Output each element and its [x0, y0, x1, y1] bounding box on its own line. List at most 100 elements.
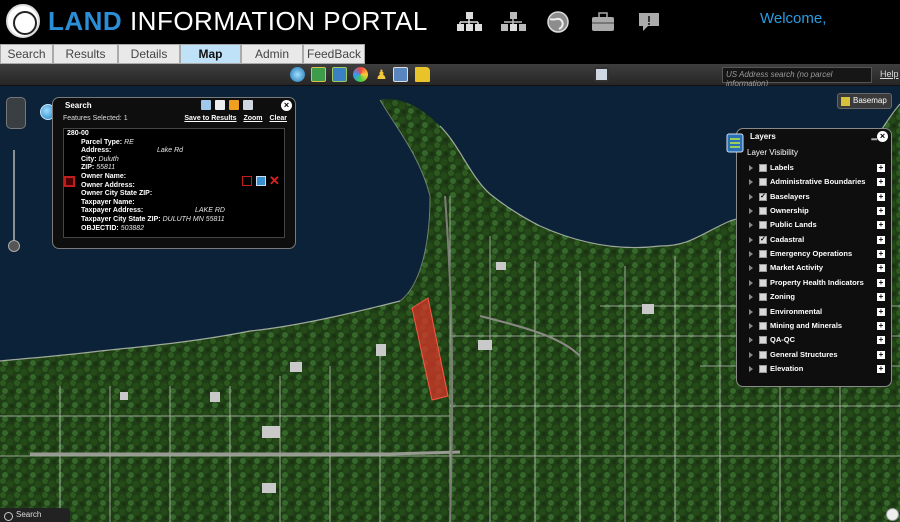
expand-arrow-icon[interactable] [749, 294, 753, 301]
expand-arrow-icon[interactable] [749, 179, 753, 186]
remove-feature-icon[interactable]: ✕ [269, 173, 280, 189]
layer-item[interactable]: General Structures + [749, 349, 887, 363]
map-icon[interactable] [311, 67, 326, 82]
zoom-to-feature-icon[interactable] [256, 176, 266, 186]
save-to-results-link[interactable]: Save to Results [184, 115, 236, 122]
layer-item[interactable]: Ownership + [749, 205, 887, 219]
layer-item[interactable]: Administrative Boundaries + [749, 176, 887, 190]
layer-item[interactable]: ✓ Cadastral + [749, 234, 887, 248]
basemap-button[interactable]: Basemap [837, 93, 892, 109]
map-corner-button[interactable] [886, 508, 899, 521]
tab-admin[interactable]: Admin [241, 44, 303, 64]
tab-results[interactable]: Results [53, 44, 118, 64]
search-results-status[interactable]: Search Results [0, 508, 70, 522]
table-view-icon[interactable] [243, 100, 253, 110]
layer-options-button[interactable]: + [877, 350, 885, 359]
layer-options-button[interactable]: + [877, 336, 885, 345]
layer-options-button[interactable]: + [877, 364, 885, 373]
layer-options-button[interactable]: + [877, 307, 885, 316]
layer-checkbox[interactable] [759, 350, 767, 359]
layer-options-button[interactable]: + [877, 321, 885, 330]
layer-item[interactable]: Property Health Indicators + [749, 277, 887, 291]
briefcase-icon[interactable] [590, 10, 616, 34]
layer-options-button[interactable]: + [877, 192, 885, 201]
layer-checkbox[interactable] [759, 264, 767, 273]
close-icon[interactable]: × [877, 131, 888, 142]
expand-arrow-icon[interactable] [749, 337, 753, 344]
globe-icon[interactable] [545, 10, 571, 34]
folder-icon[interactable] [415, 67, 430, 82]
layer-checkbox[interactable] [759, 293, 767, 302]
layer-checkbox[interactable] [759, 336, 767, 345]
layer-checkbox[interactable]: ✓ [759, 192, 767, 201]
layer-checkbox[interactable] [759, 307, 767, 316]
tab-map[interactable]: Map [180, 44, 241, 64]
layer-item[interactable]: QA-QC + [749, 334, 887, 348]
person-icon[interactable]: ♟ [374, 67, 389, 82]
expand-arrow-icon[interactable] [749, 308, 753, 315]
layer-options-button[interactable]: + [877, 221, 885, 230]
expand-arrow-icon[interactable] [749, 279, 753, 286]
sitemap-icon[interactable] [456, 10, 482, 34]
tab-feedback[interactable]: FeedBack [303, 44, 365, 64]
zoom-globe-icon[interactable] [290, 67, 305, 82]
expand-arrow-icon[interactable] [749, 265, 753, 272]
expand-arrow-icon[interactable] [749, 208, 753, 215]
help-link[interactable]: Help [880, 69, 899, 79]
zoom-link[interactable]: Zoom [243, 115, 262, 122]
address-search-input[interactable]: US Address search (no parcel information… [722, 67, 872, 88]
text-tool-icon[interactable] [215, 100, 225, 110]
layer-item[interactable]: Emergency Operations + [749, 248, 887, 262]
expand-arrow-icon[interactable] [749, 222, 753, 229]
highlight-square-icon[interactable] [242, 176, 252, 186]
layer-checkbox[interactable] [759, 164, 767, 172]
zoom-slider-knob[interactable] [8, 240, 20, 252]
layer-checkbox[interactable] [759, 321, 767, 330]
expand-arrow-icon[interactable] [749, 322, 753, 329]
screen-icon[interactable] [594, 67, 609, 82]
clear-link[interactable]: Clear [269, 115, 287, 122]
layer-options-button[interactable]: + [877, 207, 885, 216]
expand-arrow-icon[interactable] [749, 251, 753, 258]
expand-arrow-icon[interactable] [749, 165, 753, 171]
layer-item[interactable]: Labels + [749, 162, 887, 176]
layer-options-button[interactable]: + [877, 235, 885, 244]
layer-checkbox[interactable] [759, 207, 767, 216]
layer-item[interactable]: Environmental + [749, 306, 887, 320]
expand-arrow-icon[interactable] [749, 193, 753, 200]
layer-item[interactable]: Zoning + [749, 291, 887, 305]
box-select-icon[interactable] [229, 100, 239, 110]
close-icon[interactable]: × [281, 100, 292, 111]
layer-checkbox[interactable] [759, 221, 767, 230]
feature-select-checkbox[interactable] [64, 176, 75, 187]
expand-arrow-icon[interactable] [749, 236, 753, 243]
layer-options-button[interactable]: + [877, 278, 885, 287]
layer-options-button[interactable]: + [877, 250, 885, 259]
layer-item[interactable]: Elevation + [749, 363, 887, 377]
print-icon[interactable] [393, 67, 408, 82]
layer-item[interactable]: Market Activity + [749, 262, 887, 276]
layer-checkbox[interactable] [759, 250, 767, 259]
expand-arrow-icon[interactable] [749, 351, 753, 358]
layer-item[interactable]: Mining and Minerals + [749, 320, 887, 334]
layer-options-button[interactable]: + [877, 264, 885, 273]
layer-item[interactable]: Public Lands + [749, 219, 887, 233]
layer-checkbox[interactable] [759, 278, 767, 287]
select-tool-icon[interactable] [201, 100, 211, 110]
layer-options-button[interactable]: + [877, 293, 885, 302]
layers-icon[interactable] [332, 67, 347, 82]
sitemap-alt-icon[interactable] [500, 10, 526, 34]
layer-options-button[interactable]: + [877, 164, 885, 172]
layer-checkbox[interactable]: ✓ [759, 235, 767, 244]
layer-checkbox[interactable] [759, 178, 767, 187]
zoom-slider-track[interactable] [13, 150, 15, 245]
map-nav-box[interactable] [6, 97, 26, 129]
layer-options-button[interactable]: + [877, 178, 885, 187]
layer-checkbox[interactable] [759, 364, 767, 373]
tab-search[interactable]: Search [0, 44, 53, 64]
chat-bubble-icon[interactable] [636, 10, 662, 34]
color-picker-icon[interactable] [353, 67, 368, 82]
expand-arrow-icon[interactable] [749, 365, 753, 372]
layer-item[interactable]: ✓ Baselayers + [749, 191, 887, 205]
tab-details[interactable]: Details [118, 44, 180, 64]
